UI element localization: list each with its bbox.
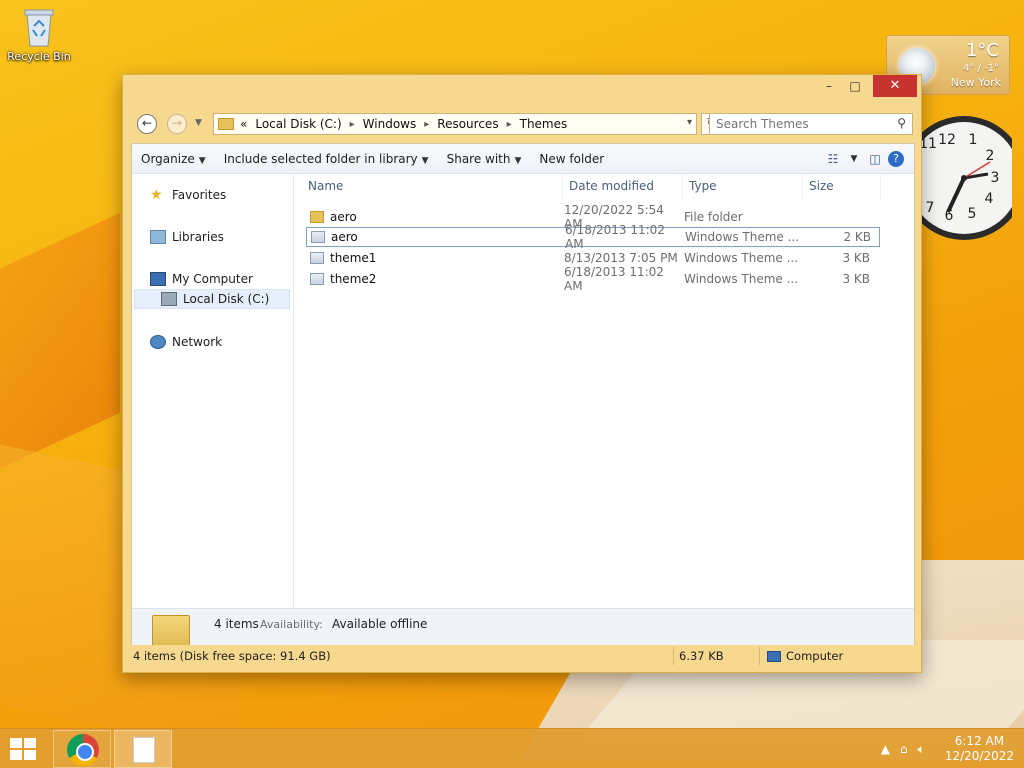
clock-numeral: 2 <box>986 148 995 164</box>
column-header-size[interactable]: Size <box>803 175 881 199</box>
drive-icon <box>161 292 177 306</box>
clock-numeral: 7 <box>926 200 935 216</box>
computer-icon <box>150 272 166 286</box>
content-area: Organize ▼ Include selected folder in lib… <box>131 143 915 667</box>
clock-numeral: 12 <box>938 132 956 148</box>
view-options-icon[interactable]: ☷ <box>820 152 846 166</box>
document-icon <box>133 737 155 763</box>
navigation-pane: ★ Favorites Libraries My Computer Local … <box>132 175 294 608</box>
status-location: Computer <box>767 649 843 663</box>
taskbar: ▲ ⌂ 🔈︎ 6:12 AM 12/20/2022 <box>0 728 1024 768</box>
chevron-down-icon: ▼ <box>514 155 522 166</box>
breadcrumb-separator-icon[interactable]: ▸ <box>350 119 355 130</box>
file-row-selected[interactable]: aero 6/18/2013 11:02 AM Windows Theme ..… <box>306 223 880 251</box>
file-row[interactable]: theme2 6/18/2013 11:02 AM Windows Theme … <box>306 265 880 293</box>
folder-icon <box>310 211 324 223</box>
status-divider <box>673 647 674 665</box>
status-size: 6.37 KB <box>679 649 724 663</box>
column-headers: Name Date modified Type Size <box>302 175 884 199</box>
new-folder-button[interactable]: New folder <box>530 152 613 166</box>
show-hidden-icons-icon[interactable]: ▲ <box>881 742 890 756</box>
desktop-icon-recycle-bin[interactable]: Recycle Bin <box>4 6 74 63</box>
include-in-library-button[interactable]: Include selected folder in library ▼ <box>215 152 438 166</box>
minimize-button[interactable]: – <box>815 75 843 97</box>
file-list: Name Date modified Type Size aero 12/20/… <box>302 175 884 608</box>
command-bar: Organize ▼ Include selected folder in lib… <box>132 144 914 174</box>
breadcrumb-separator-icon[interactable]: ▸ <box>507 119 512 130</box>
breadcrumb-overflow[interactable]: « <box>240 117 247 131</box>
forward-button[interactable]: → <box>167 114 187 134</box>
breadcrumb-windows[interactable]: Windows <box>363 117 417 131</box>
details-availability-value: Available offline <box>332 617 428 631</box>
clock-numeral: 4 <box>985 191 994 207</box>
network-icon <box>150 335 166 349</box>
clock-numeral: 3 <box>991 170 1000 186</box>
details-availability-label: Availability: <box>260 618 323 631</box>
status-divider <box>759 647 760 665</box>
windows-logo-icon <box>10 738 22 748</box>
share-with-button[interactable]: Share with ▼ <box>438 152 531 166</box>
tray-time: 6:12 AM <box>954 734 1005 748</box>
breadcrumb-resources[interactable]: Resources <box>437 117 498 131</box>
help-icon[interactable]: ? <box>888 151 904 167</box>
computer-icon <box>767 650 781 662</box>
back-button[interactable]: ← <box>137 114 157 134</box>
folder-icon <box>218 118 234 130</box>
nav-item-libraries[interactable]: Libraries <box>150 227 224 247</box>
column-header-name[interactable]: Name <box>302 175 563 199</box>
tray-date: 12/20/2022 <box>944 749 1014 763</box>
network-icon[interactable]: ⌂ <box>900 742 908 756</box>
tray-clock[interactable]: 6:12 AM 12/20/2022 <box>945 734 1014 764</box>
star-icon: ★ <box>150 187 163 203</box>
status-bar: 4 items (Disk free space: 91.4 GB) 6.37 … <box>131 645 915 667</box>
chevron-down-icon[interactable]: ▼ <box>846 154 862 164</box>
breadcrumb-themes[interactable]: Themes <box>520 117 568 131</box>
breadcrumb-local-disk[interactable]: Local Disk (C:) <box>255 117 341 131</box>
wallpaper-shape <box>0 212 120 488</box>
search-box[interactable]: ⚲ <box>709 113 913 135</box>
weather-temperature: 1°C <box>965 40 999 61</box>
close-button[interactable]: ✕ <box>873 75 917 97</box>
system-tray: ▲ ⌂ 🔈︎ 6:12 AM 12/20/2022 <box>881 729 1014 768</box>
volume-icon[interactable]: 🔈︎ <box>918 742 925 757</box>
chevron-down-icon[interactable]: ▾ <box>687 117 692 128</box>
details-item-count: 4 items <box>214 617 259 631</box>
clock-numeral: 1 <box>969 132 978 148</box>
search-icon[interactable]: ⚲ <box>897 116 906 130</box>
desktop-icon-label: Recycle Bin <box>7 50 71 63</box>
navigation-bar: ← → ▼ « Local Disk (C:) ▸ Windows ▸ Reso… <box>133 111 913 137</box>
search-input[interactable] <box>710 114 880 134</box>
clock-numeral: 5 <box>968 206 977 222</box>
column-header-date[interactable]: Date modified <box>563 175 683 199</box>
chevron-down-icon: ▼ <box>198 155 206 166</box>
preview-pane-icon[interactable]: ◫ <box>862 152 888 166</box>
organize-button[interactable]: Organize ▼ <box>132 152 215 166</box>
recent-locations-dropdown[interactable]: ▼ <box>195 118 202 128</box>
chevron-down-icon: ▼ <box>421 155 429 166</box>
maximize-button[interactable]: □ <box>841 75 869 97</box>
status-item-count: 4 items (Disk free space: 91.4 GB) <box>133 649 331 663</box>
weather-range: 4° / -1° <box>962 63 999 74</box>
nav-item-my-computer[interactable]: My Computer <box>150 269 253 289</box>
nav-item-network[interactable]: Network <box>150 332 222 352</box>
address-bar[interactable]: « Local Disk (C:) ▸ Windows ▸ Resources … <box>213 113 697 135</box>
explorer-window[interactable]: – □ ✕ ← → ▼ « Local Disk (C:) ▸ Windows … <box>122 74 922 673</box>
recycle-bin-icon <box>22 6 56 48</box>
column-header-type[interactable]: Type <box>683 175 803 199</box>
weather-city: New York <box>950 76 1001 89</box>
taskbar-app-chrome[interactable] <box>53 730 111 768</box>
libraries-icon <box>150 230 166 244</box>
taskbar-app-document[interactable] <box>114 730 172 768</box>
chrome-icon <box>67 734 99 766</box>
theme-file-icon <box>311 231 325 243</box>
nav-item-favorites[interactable]: ★ Favorites <box>150 185 226 205</box>
title-bar[interactable]: – □ ✕ <box>123 75 921 105</box>
start-button[interactable] <box>10 738 38 762</box>
theme-file-icon <box>310 273 324 285</box>
clock-gadget[interactable]: 11 12 1 2 3 4 5 6 7 <box>912 114 1012 242</box>
breadcrumb-separator-icon[interactable]: ▸ <box>424 119 429 130</box>
nav-item-local-disk[interactable]: Local Disk (C:) <box>134 289 290 309</box>
theme-file-icon <box>310 252 324 264</box>
